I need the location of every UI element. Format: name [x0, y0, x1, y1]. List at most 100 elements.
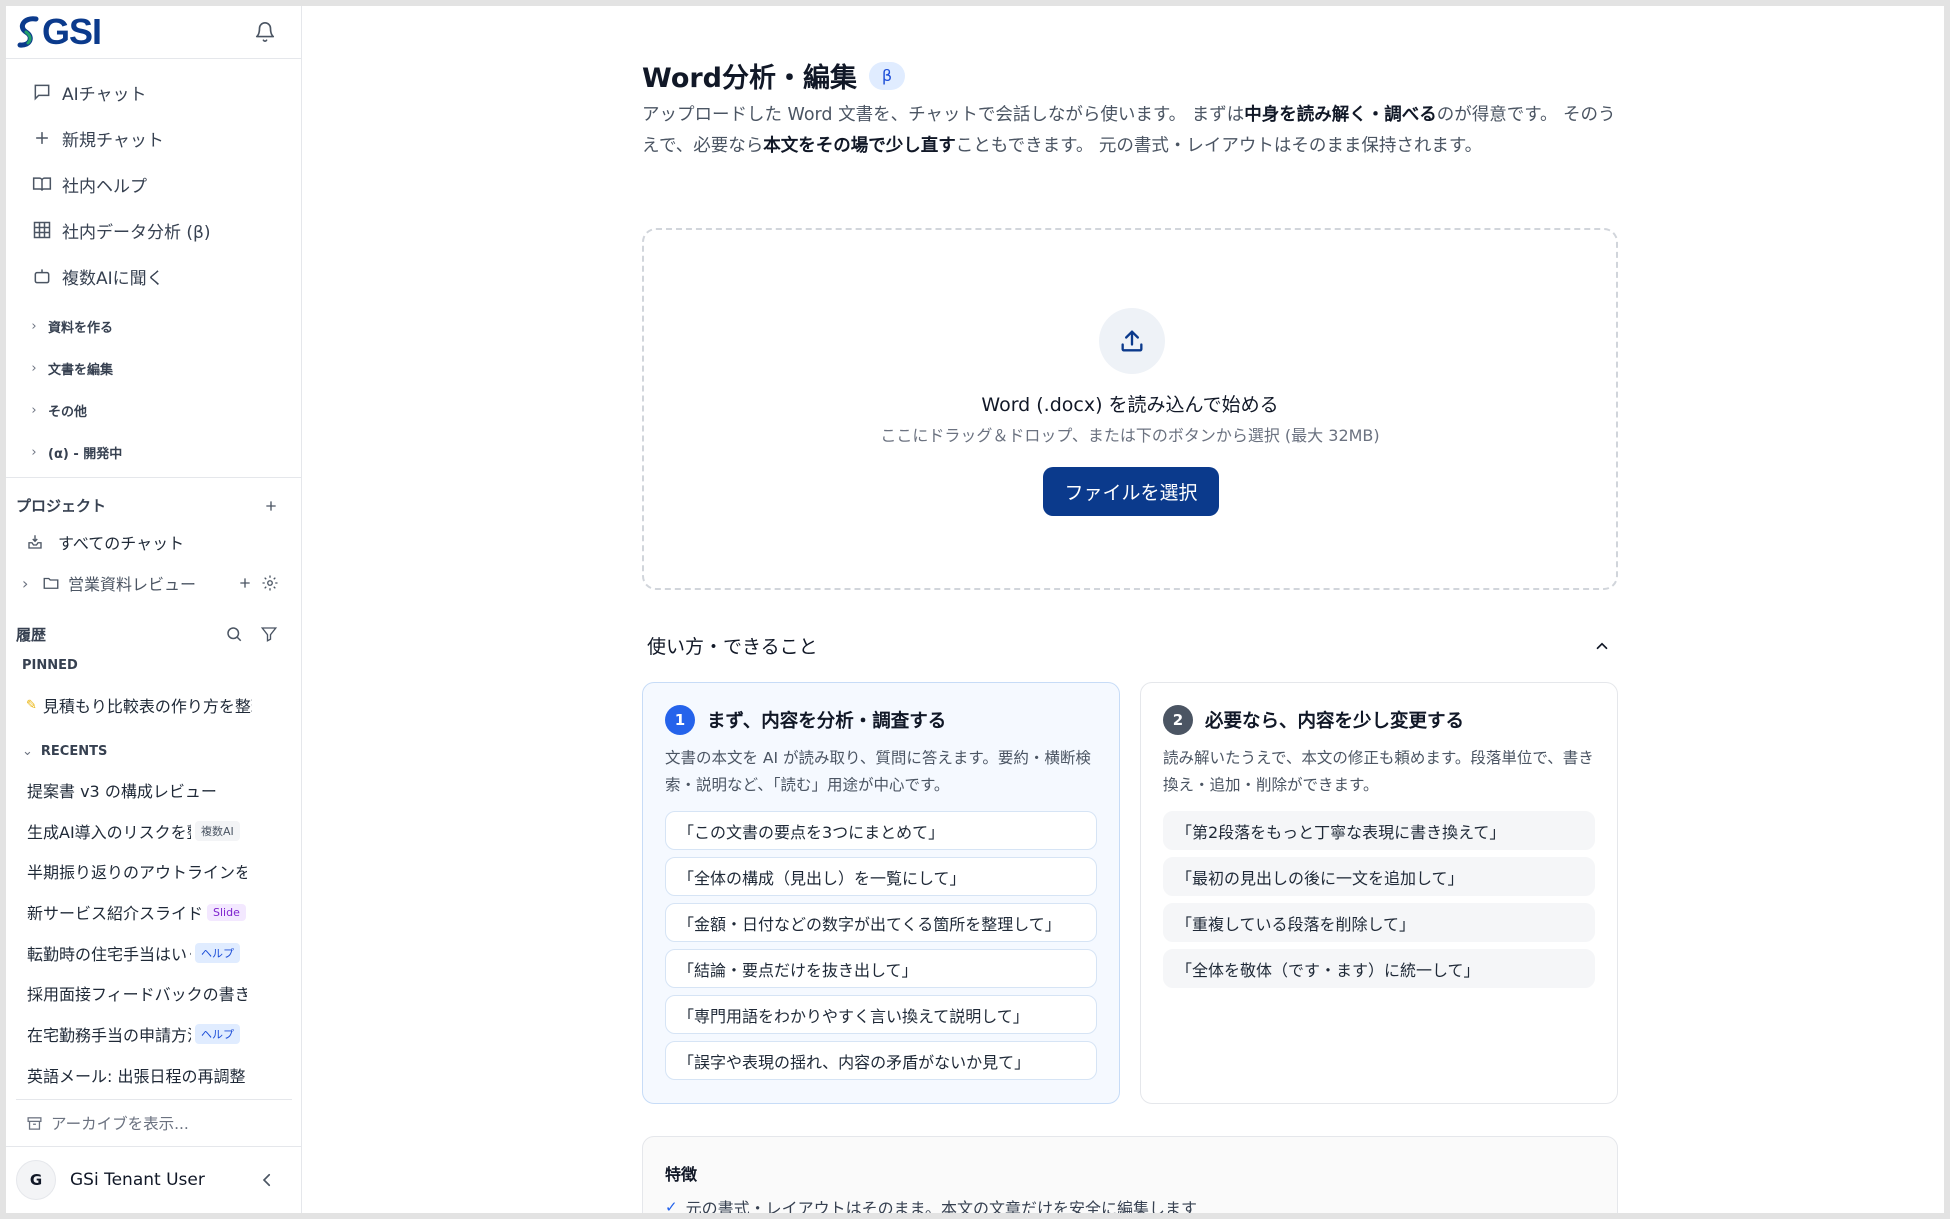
edit-card-title: 必要なら、内容を少し変更する: [1205, 711, 1465, 732]
recent-chat-item[interactable]: 新サービス紹介スライド Slide: [27, 896, 247, 928]
filter-history-icon[interactable]: [258, 623, 280, 645]
edit-suggestion-chip[interactable]: 「全体を敬体（です・ます）に統一して」: [1163, 949, 1595, 988]
recent-chat-item[interactable]: 在宅勤務手当の申請方法 ヘルプ: [27, 1018, 247, 1050]
pin-icon: ✎: [26, 697, 37, 713]
brand-logo[interactable]: GSI: [16, 11, 102, 52]
chat-badge: ヘルプ: [195, 943, 240, 963]
prompt-suggestion-chip[interactable]: 「全体の構成（見出し）を一覧にして」: [665, 857, 1097, 896]
pinned-chat-item[interactable]: ✎ 見積もり比較表の作り方を整理: [26, 689, 252, 721]
edit-suggestion-chip[interactable]: 「最初の見出しの後に一文を追加して」: [1163, 857, 1595, 896]
step-number: 2: [1163, 705, 1193, 735]
nav-internal-help-label: 社内ヘルプ: [62, 176, 147, 197]
nav-new-chat[interactable]: 新規チャット: [16, 119, 292, 157]
recent-chat-item[interactable]: 半期振り返りのアウトラインを作成: [27, 855, 247, 887]
nav-data-analysis[interactable]: 社内データ分析 (β): [16, 211, 292, 249]
projects-title: プロジェクト: [16, 497, 107, 515]
features-title: 特徴: [665, 1165, 698, 1184]
prompt-suggestion-chip[interactable]: 「この文書の要点を3つにまとめて」: [665, 811, 1097, 850]
nav-ai-chat-label: AIチャット: [62, 84, 147, 105]
sidebar-header: GSI: [6, 6, 301, 59]
search-history-icon[interactable]: [223, 623, 245, 645]
desc-emphasis: 本文をその場で少し直す: [763, 136, 956, 156]
dropzone-title: Word (.docx) を読み込んで始める: [981, 394, 1279, 416]
section-other[interactable]: › その他: [26, 397, 87, 423]
section-create-docs[interactable]: › 資料を作る: [26, 313, 113, 339]
prompt-suggestion-chip[interactable]: 「専門用語をわかりやすく言い換えて説明して」: [665, 995, 1097, 1034]
recent-chat-label: 提案書 v3 の構成レビュー: [27, 782, 217, 801]
main-area: Word分析・編集 β アップロードした Word 文書を、チャットで会話しなが…: [303, 6, 1944, 1213]
select-file-button[interactable]: ファイルを選択: [1043, 467, 1219, 516]
prompt-suggestion-chip[interactable]: 「誤字や表現の揺れ、内容の矛盾がないか見て」: [665, 1041, 1097, 1080]
desc-part: アップロードした Word 文書を、チャットで会話しながら使います。 まずは: [642, 105, 1245, 125]
chevron-up-icon[interactable]: [1590, 634, 1614, 658]
chevron-down-icon: ⌄: [22, 744, 33, 759]
user-profile[interactable]: G GSi Tenant User: [6, 1146, 302, 1213]
recents-label: RECENTS: [40, 744, 108, 759]
brand-swirl-icon: [17, 16, 39, 48]
all-chats-label: すべてのチャット: [58, 534, 185, 553]
section-other-label: その他: [48, 404, 88, 420]
recent-chat-item[interactable]: 英語メール: 出張日程の再調整: [27, 1059, 247, 1091]
page-header: Word分析・編集 β: [642, 56, 906, 95]
user-name: GSi Tenant User: [70, 1170, 205, 1190]
section-edit-docs[interactable]: › 文書を編集: [26, 355, 113, 381]
table-icon: [30, 218, 54, 242]
project-folder-item[interactable]: › 営業資料レビュー: [22, 567, 222, 599]
pinned-label: PINNED: [22, 658, 78, 673]
folder-icon: [42, 574, 60, 592]
project-settings-gear-icon[interactable]: [259, 572, 281, 594]
upload-icon[interactable]: [1099, 308, 1165, 374]
desc-emphasis: 中身を読み解く・調べる: [1244, 105, 1437, 125]
edit-card-header: 2 必要なら、内容を少し変更する: [1163, 705, 1464, 735]
prompt-suggestion-chip[interactable]: 「金額・日付などの数字が出てくる箇所を整理して」: [665, 903, 1097, 942]
add-project-icon[interactable]: [260, 495, 282, 517]
recent-chat-label: 在宅勤務手当の申請方法: [27, 1026, 191, 1045]
recents-toggle[interactable]: ⌄ RECENTS: [22, 744, 107, 759]
avatar: G: [16, 1160, 56, 1200]
edit-suggestion-chip[interactable]: 「重複している段落を削除して」: [1163, 903, 1595, 942]
notification-bell-icon[interactable]: [251, 18, 279, 46]
nav-multi-ai[interactable]: 複数AIに聞く: [16, 257, 292, 295]
pinned-chat-label: 見積もり比較表の作り方を整理: [42, 697, 252, 716]
history-divider: [16, 1099, 292, 1100]
project-folder-label: 営業資料レビュー: [68, 575, 197, 594]
feature-item: ✓ 元の書式・レイアウトはそのまま。本文の文章だけを安全に編集します: [665, 1195, 1197, 1213]
prompt-suggestion-chip[interactable]: 「結論・要点だけを抜き出して」: [665, 949, 1097, 988]
recent-chat-label: 半期振り返りのアウトラインを作成: [27, 863, 247, 882]
show-archive-label: アーカイブを表示...: [51, 1115, 189, 1133]
edit-suggestion-chip[interactable]: 「第2段落をもっと丁寧な表現に書き換えて」: [1163, 811, 1595, 850]
sidebar: GSI AIチャット 新規チャット 社内ヘルプ 社内データ分析 (β) 複数AI…: [6, 6, 302, 1213]
section-alpha-dev[interactable]: › (α) - 開発中: [26, 439, 122, 465]
chat-badge: Slide: [207, 903, 246, 921]
book-icon: [30, 172, 54, 196]
analyze-card: 1 まず、内容を分析・調査する 文書の本文を AI が読み取り、質問に答えます。…: [642, 682, 1120, 1104]
chevron-right-icon: ›: [22, 573, 29, 593]
plus-icon: [30, 126, 54, 150]
dropzone-subtitle: ここにドラッグ＆ドロップ、または下のボタンから選択 (最大 32MB): [880, 426, 1380, 445]
nav-multi-ai-label: 複数AIに聞く: [62, 268, 164, 289]
sidebar-divider: [6, 477, 302, 478]
all-chats-item[interactable]: すべてのチャット: [26, 526, 246, 558]
desc-part: こともできます。 元の書式・レイアウトはそのまま保持されます。: [955, 136, 1483, 156]
add-to-project-icon[interactable]: [234, 572, 256, 594]
nav-ai-chat[interactable]: AIチャット: [16, 73, 292, 111]
recent-chat-item[interactable]: 提案書 v3 の構成レビュー: [27, 774, 247, 806]
robot-icon: [30, 264, 54, 288]
show-archive-link[interactable]: アーカイブを表示...: [26, 1112, 189, 1134]
collapse-sidebar-chevron-left-icon[interactable]: [256, 1169, 278, 1191]
file-dropzone[interactable]: Word (.docx) を読み込んで始める ここにドラッグ＆ドロップ、または下…: [642, 228, 1618, 590]
nav-internal-help[interactable]: 社内ヘルプ: [16, 165, 292, 203]
recent-chat-item[interactable]: 生成AI導入のリスクを整理 複数AI: [27, 815, 247, 847]
page-description: アップロードした Word 文書を、チャットで会話しながら使います。 まずは中身…: [642, 100, 1618, 162]
chevron-right-icon: ›: [31, 444, 37, 460]
chevron-right-icon: ›: [31, 402, 37, 418]
howto-title: 使い方・できること: [647, 636, 818, 658]
recent-chat-label: 新サービス紹介スライド: [27, 904, 204, 923]
recent-chat-item[interactable]: 採用面接フィードバックの書き方: [27, 977, 247, 1009]
recent-chat-item[interactable]: 転勤時の住宅手当はいくら ヘルプ: [27, 937, 247, 969]
archive-icon: [26, 1115, 43, 1132]
recent-chat-label: 転勤時の住宅手当はいくら: [27, 945, 191, 964]
section-edit-docs-label: 文書を編集: [48, 362, 114, 378]
chevron-right-icon: ›: [31, 318, 37, 334]
recent-chat-label: 英語メール: 出張日程の再調整: [27, 1067, 246, 1086]
